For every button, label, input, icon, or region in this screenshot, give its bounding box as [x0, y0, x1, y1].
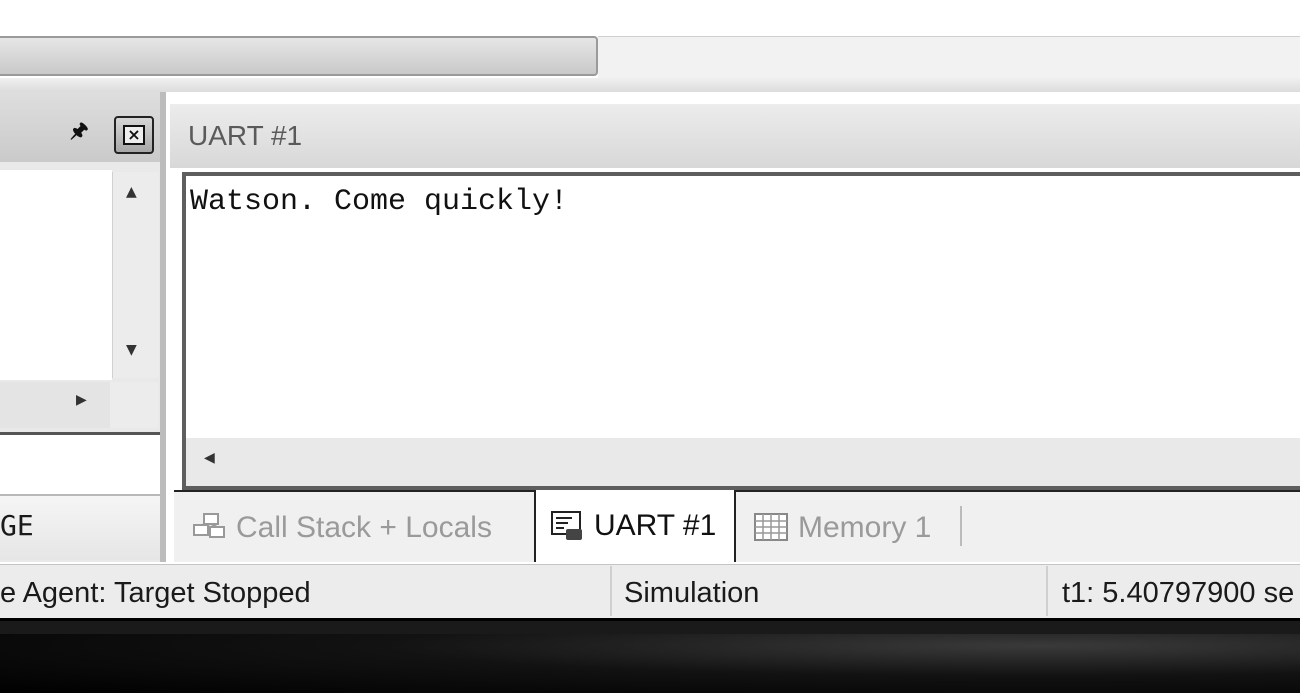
horizontal-scrollbar[interactable]: [0, 382, 110, 428]
panel-splitter[interactable]: [160, 92, 166, 562]
toolbar-separator: [0, 78, 1300, 92]
status-mode: Simulation: [624, 577, 760, 609]
status-divider: [1046, 566, 1048, 616]
close-icon: ×: [123, 125, 145, 145]
tab-uart-1[interactable]: UART #1: [534, 490, 737, 562]
panel-divider[interactable]: [0, 432, 162, 442]
status-divider: [610, 566, 612, 616]
uart-output-text: Watson. Come quickly!: [190, 185, 569, 219]
desktop-background: [0, 634, 1300, 693]
left-panel-tab-label: GE: [0, 509, 34, 542]
uart-icon: [548, 509, 586, 543]
tab-call-stack-locals[interactable]: Call Stack + Locals: [190, 496, 492, 560]
toolbar-area: [598, 36, 1300, 79]
call-stack-icon: [190, 511, 228, 545]
top-area: [0, 0, 1300, 36]
status-agent: e Agent: Target Stopped: [0, 577, 311, 609]
scroll-right-icon[interactable]: ▶: [76, 392, 87, 408]
uart-panel-title: UART #1: [188, 120, 303, 151]
status-time: t1: 5.40797900 se: [1062, 577, 1295, 609]
pin-icon[interactable]: 🖈: [70, 118, 90, 142]
toolbar-field[interactable]: [0, 36, 598, 76]
tab-label: Memory 1: [798, 511, 932, 544]
uart-horizontal-scrollbar[interactable]: [186, 438, 1300, 486]
tab-label: UART #1: [594, 509, 717, 542]
left-panel-list[interactable]: [0, 170, 112, 380]
tab-separator: [960, 506, 962, 546]
tab-label: Call Stack + Locals: [236, 511, 492, 544]
uart-panel-header: [170, 104, 1300, 168]
scroll-up-icon[interactable]: ▲: [126, 184, 137, 200]
close-panel-button[interactable]: ×: [114, 116, 154, 154]
tab-memory-1[interactable]: Memory 1: [752, 496, 931, 560]
left-panel-lower: [0, 442, 160, 494]
window-bottom-edge: [0, 618, 1300, 634]
scroll-down-icon[interactable]: ▼: [126, 342, 137, 358]
scroll-left-icon[interactable]: ◀: [204, 450, 215, 466]
memory-icon: [752, 511, 790, 545]
scroll-corner: [110, 382, 158, 428]
